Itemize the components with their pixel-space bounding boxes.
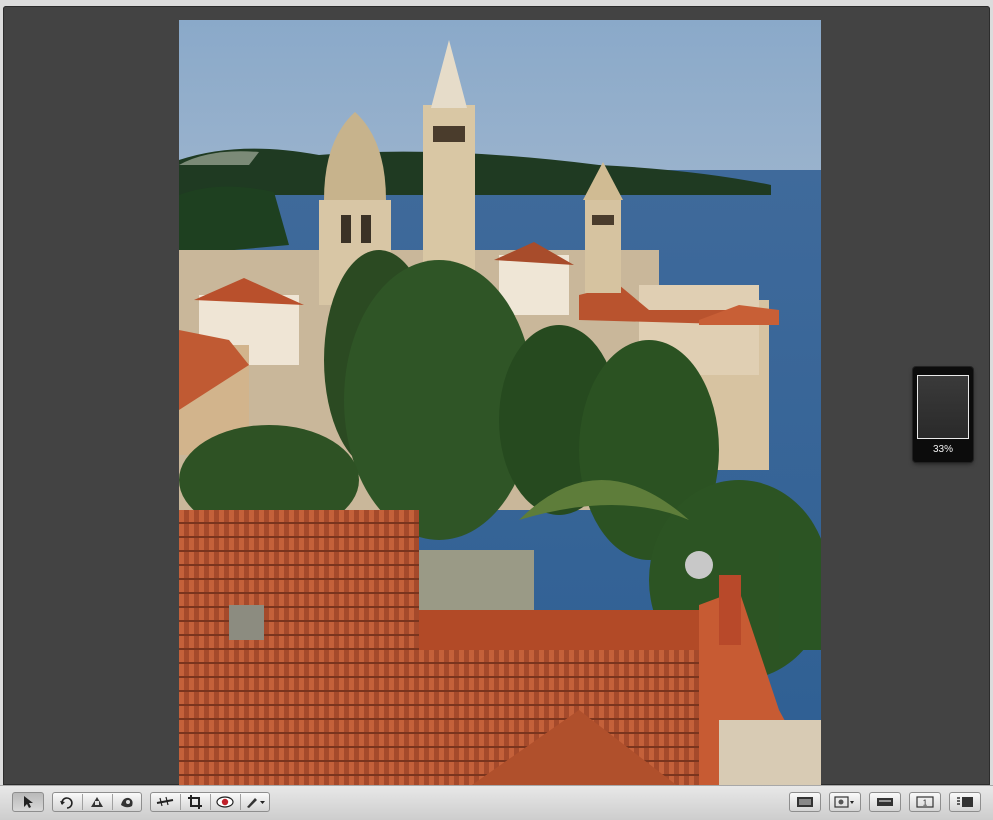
single-view-icon: 1 — [916, 796, 934, 808]
compare-button[interactable] — [829, 792, 861, 812]
red-eye-icon — [216, 796, 234, 808]
rotate-button[interactable] — [52, 792, 82, 812]
photo-preview[interactable] — [179, 20, 821, 787]
brush-button[interactable] — [240, 792, 270, 812]
pointer-arrow-icon — [24, 796, 33, 808]
viewer-mode-icon — [797, 797, 813, 807]
list-view-button[interactable] — [949, 792, 981, 812]
straighten-icon — [91, 797, 103, 807]
zoom-navigator[interactable]: 33% — [913, 367, 973, 462]
filmstrip-icon — [877, 798, 893, 806]
retouch-icon — [121, 797, 133, 808]
brush-icon — [247, 798, 265, 808]
list-view-icon — [957, 797, 973, 807]
filmstrip-button[interactable] — [869, 792, 901, 812]
red-eye-button[interactable] — [210, 792, 240, 812]
crop-icon — [188, 795, 202, 809]
image-viewer[interactable]: 33% — [3, 6, 990, 787]
crop-button[interactable] — [180, 792, 210, 812]
select-tool-button[interactable] — [12, 792, 44, 812]
adjust-icon — [156, 796, 174, 807]
navigator-viewport-frame[interactable] — [917, 375, 969, 439]
compare-icon — [834, 796, 854, 808]
svg-text:1: 1 — [923, 799, 928, 808]
single-view-button[interactable]: 1 — [909, 792, 941, 812]
retouch-button[interactable] — [112, 792, 142, 812]
adjust-button[interactable] — [150, 792, 180, 812]
straighten-button[interactable] — [82, 792, 112, 812]
rotate-icon — [60, 797, 73, 809]
zoom-level-label: 33% — [932, 444, 953, 455]
bottom-toolbar: 1 — [0, 785, 993, 820]
viewer-mode-button[interactable] — [789, 792, 821, 812]
